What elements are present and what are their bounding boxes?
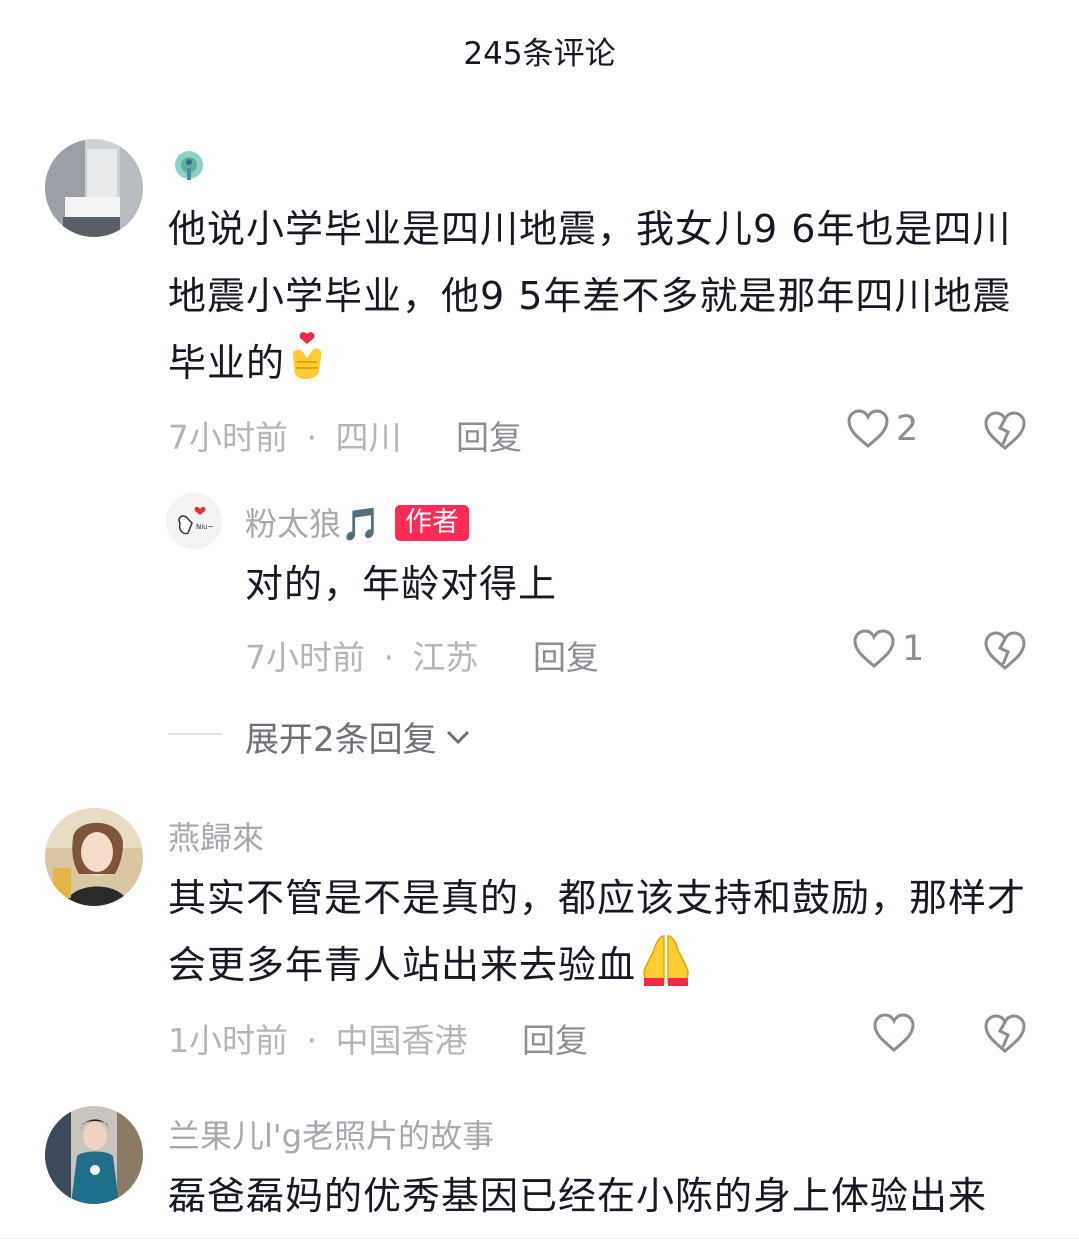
divider	[0, 1238, 1079, 1239]
location: 中国香港	[335, 1021, 468, 1060]
like-button[interactable]: 2	[846, 408, 918, 450]
finger-heart-emoji	[285, 332, 329, 405]
divider	[168, 733, 222, 735]
reply-text: 对的，年龄对得上	[245, 562, 558, 606]
like-count: 2	[896, 409, 919, 449]
comment-meta: 1小时前 · 中国香港 回复	[168, 1021, 588, 1060]
timestamp: 7小时前	[168, 418, 288, 457]
avatar[interactable]	[45, 808, 143, 906]
svg-text:Niu~: Niu~	[196, 523, 214, 531]
reply-button[interactable]: 回复	[456, 418, 522, 457]
broken-heart-icon	[984, 631, 1026, 670]
comment-text: 他说小学毕业是四川地震，我女儿9 6年也是四川地震小学毕业，他9 5年差不多就是…	[168, 196, 1028, 405]
comment-text: 磊爸磊妈的优秀基因已经在小陈的身上体验出来	[168, 1174, 988, 1218]
reply-button[interactable]: 回复	[522, 1021, 588, 1060]
avatar[interactable]	[45, 139, 143, 237]
broken-heart-icon	[984, 411, 1026, 450]
comment-text: 其实不管是不是真的，都应该支持和鼓励，那样才会更多年青人站出来去验血	[168, 865, 1028, 1007]
dislike-button[interactable]	[983, 630, 1027, 676]
location: 江苏	[412, 638, 479, 677]
like-button[interactable]	[872, 1012, 922, 1054]
chevron-down-icon	[446, 730, 469, 744]
username[interactable]: 粉太狼🎵 作者	[245, 499, 469, 545]
avatar[interactable]	[45, 1106, 143, 1204]
peacock-icon	[168, 148, 210, 186]
dislike-button[interactable]	[983, 410, 1027, 456]
expand-replies-button[interactable]: 展开2条回复	[245, 712, 473, 761]
broken-heart-icon	[984, 1014, 1026, 1053]
author-badge: 作者	[394, 505, 469, 541]
comment-meta: 7小时前 · 四川 回复	[168, 418, 522, 457]
reply-button[interactable]: 回复	[533, 638, 599, 677]
dislike-button[interactable]	[983, 1013, 1027, 1059]
like-button[interactable]: 1	[852, 628, 924, 670]
timestamp: 7小时前	[245, 638, 365, 677]
comment-meta: 7小时前 · 江苏 回复	[245, 638, 599, 677]
comments-count-title: 245条评论	[463, 36, 616, 72]
like-count: 1	[902, 629, 925, 669]
heart-icon	[847, 409, 889, 448]
timestamp: 1小时前	[168, 1021, 288, 1060]
location: 四川	[335, 418, 402, 457]
heart-icon	[873, 1013, 915, 1052]
heart-icon	[853, 629, 895, 668]
username[interactable]: 燕歸來	[168, 813, 264, 859]
folded-hands-emoji	[636, 932, 696, 1007]
avatar[interactable]: Niu~	[166, 493, 222, 549]
username[interactable]: 兰果儿l'g老照片的故事	[168, 1111, 494, 1157]
